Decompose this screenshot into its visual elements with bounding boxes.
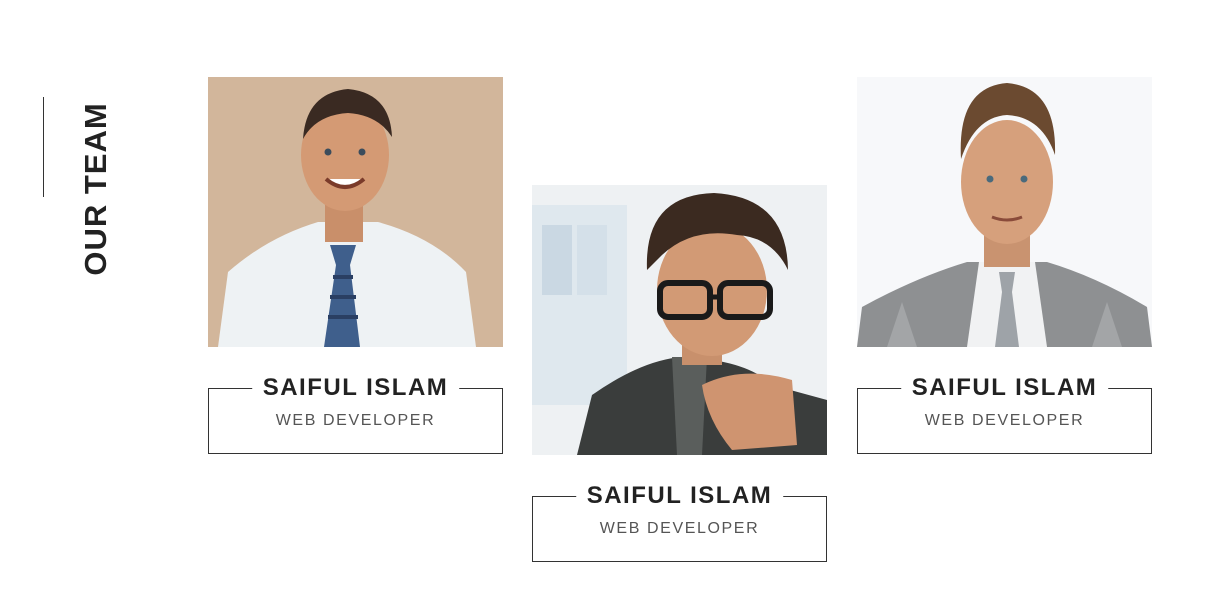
member-role: WEB DEVELOPER [275, 412, 436, 429]
member-name: SAIFUL ISLAM [575, 481, 784, 511]
section-title: OUR TEAM [78, 102, 113, 276]
member-caption: SAIFUL ISLAM WEB DEVELOPER [532, 481, 827, 562]
title-divider [43, 97, 44, 197]
member-caption: SAIFUL ISLAM WEB DEVELOPER [208, 373, 503, 454]
member-role: WEB DEVELOPER [599, 520, 760, 537]
team-member-card: SAIFUL ISLAM WEB DEVELOPER [857, 77, 1152, 454]
member-name: SAIFUL ISLAM [900, 373, 1109, 403]
team-member-card: SAIFUL ISLAM WEB DEVELOPER [532, 185, 827, 562]
member-photo [532, 185, 827, 455]
team-section: OUR TEAM SAIFUL ISLAM WEB DEVELOPER SAIF… [0, 0, 1207, 589]
member-name: SAIFUL ISLAM [251, 373, 460, 403]
member-caption: SAIFUL ISLAM WEB DEVELOPER [857, 373, 1152, 454]
member-photo [208, 77, 503, 347]
member-role: WEB DEVELOPER [924, 412, 1085, 429]
team-member-card: SAIFUL ISLAM WEB DEVELOPER [208, 77, 503, 454]
member-photo [857, 77, 1152, 347]
